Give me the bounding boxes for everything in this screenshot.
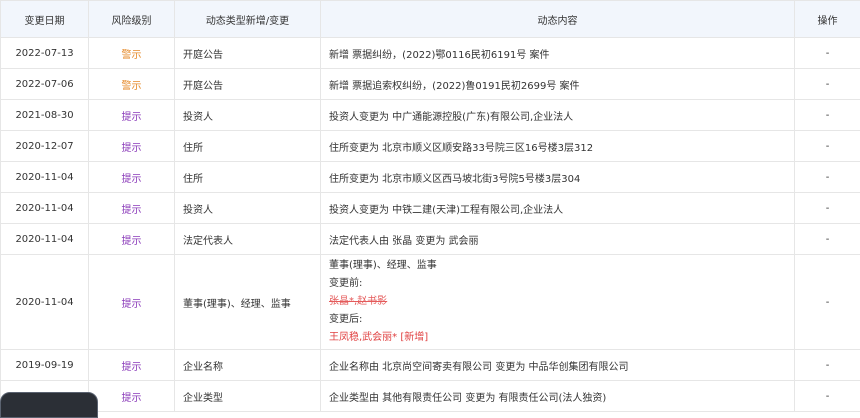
- row-op[interactable]: -: [795, 100, 860, 131]
- table-row: 2021-08-30 提示 投资人 投资人变更为 中广通能源控股(广东)有限公司…: [1, 100, 860, 131]
- risk-level-badge: 警示: [89, 69, 175, 100]
- row-type: 开庭公告: [175, 69, 321, 100]
- row-content: 企业类型由 其他有限责任公司 变更为 有限责任公司(法人独资): [321, 381, 795, 412]
- row-op[interactable]: -: [795, 38, 860, 69]
- risk-level-badge: 提示: [89, 100, 175, 131]
- row-op[interactable]: -: [795, 255, 860, 350]
- table-row: 2020-11-04 提示 投资人 投资人变更为 中铁二建(天津)工程有限公司,…: [1, 193, 860, 224]
- table-row: 2022-07-13 警示 开庭公告 新增 票据纠纷，(2022)鄂0116民初…: [1, 38, 860, 69]
- row-type: 住所: [175, 162, 321, 193]
- header-level: 风险级别: [89, 1, 175, 38]
- risk-level-badge: 提示: [89, 131, 175, 162]
- row-content: 企业名称由 北京尚空间寄卖有限公司 变更为 中品华创集团有限公司: [321, 350, 795, 381]
- header-op: 操作: [795, 1, 860, 38]
- risk-level-badge: 提示: [89, 255, 175, 350]
- change-records-table: 变更日期 风险级别 动态类型新增/变更 动态内容 操作 2022-07-13 警…: [0, 0, 860, 412]
- row-date: 2022-07-06: [1, 69, 89, 100]
- table-row: 提示 企业类型 企业类型由 其他有限责任公司 变更为 有限责任公司(法人独资) …: [1, 381, 860, 412]
- risk-level-badge: 提示: [89, 224, 175, 255]
- row-date: 2020-11-04: [1, 224, 89, 255]
- row-content: 投资人变更为 中铁二建(天津)工程有限公司,企业法人: [321, 193, 795, 224]
- row-op[interactable]: -: [795, 162, 860, 193]
- row-op[interactable]: -: [795, 131, 860, 162]
- row-type: 投资人: [175, 193, 321, 224]
- row-date: 2020-12-07: [1, 131, 89, 162]
- phone-device-overlay: [0, 392, 98, 418]
- row-date: 2020-11-04: [1, 255, 89, 350]
- after-value: 王凤稳,武会丽*: [329, 332, 397, 343]
- before-label: 变更前:: [329, 275, 786, 293]
- row-type: 董事(理事)、经理、监事: [175, 255, 321, 350]
- row-content: 新增 票据纠纷，(2022)鄂0116民初6191号 案件: [321, 38, 795, 69]
- row-type: 开庭公告: [175, 38, 321, 69]
- table-row: 2019-09-19 提示 企业名称 企业名称由 北京尚空间寄卖有限公司 变更为…: [1, 350, 860, 381]
- row-op[interactable]: -: [795, 350, 860, 381]
- after-label: 变更后:: [329, 311, 786, 329]
- table-row-directors: 2020-11-04 提示 董事(理事)、经理、监事 董事(理事)、经理、监事 …: [1, 255, 860, 350]
- risk-level-badge: 警示: [89, 38, 175, 69]
- row-type: 投资人: [175, 100, 321, 131]
- row-op[interactable]: -: [795, 193, 860, 224]
- table-row: 2020-11-04 提示 住所 住所变更为 北京市顺义区西马坡北街3号院5号楼…: [1, 162, 860, 193]
- row-content: 住所变更为 北京市顺义区西马坡北街3号院5号楼3层304: [321, 162, 795, 193]
- row-date: 2021-08-30: [1, 100, 89, 131]
- before-value: 张晶*,赵书影: [329, 293, 786, 311]
- directors-heading: 董事(理事)、经理、监事: [329, 257, 786, 275]
- row-date: 2019-09-19: [1, 350, 89, 381]
- row-op[interactable]: -: [795, 224, 860, 255]
- header-content: 动态内容: [321, 1, 795, 38]
- risk-level-badge: 提示: [89, 193, 175, 224]
- risk-level-badge: 提示: [89, 162, 175, 193]
- row-date: 2020-11-04: [1, 162, 89, 193]
- row-date: 2022-07-13: [1, 38, 89, 69]
- table-row: 2022-07-06 警示 开庭公告 新增 票据追索权纠纷，(2022)鲁019…: [1, 69, 860, 100]
- row-content-directors: 董事(理事)、经理、监事 变更前: 张晶*,赵书影 变更后: 王凤稳,武会丽* …: [321, 255, 795, 350]
- header-type: 动态类型新增/变更: [175, 1, 321, 38]
- table-row: 2020-11-04 提示 法定代表人 法定代表人由 张晶 变更为 武会丽 -: [1, 224, 860, 255]
- table-row: 2020-12-07 提示 住所 住所变更为 北京市顺义区顺安路33号院三区16…: [1, 131, 860, 162]
- risk-level-badge: 提示: [89, 350, 175, 381]
- row-content: 住所变更为 北京市顺义区顺安路33号院三区16号楼3层312: [321, 131, 795, 162]
- row-content: 法定代表人由 张晶 变更为 武会丽: [321, 224, 795, 255]
- row-type: 住所: [175, 131, 321, 162]
- row-type: 企业类型: [175, 381, 321, 412]
- risk-level-badge: 提示: [89, 381, 175, 412]
- row-content: 投资人变更为 中广通能源控股(广东)有限公司,企业法人: [321, 100, 795, 131]
- added-tag: [新增]: [400, 332, 428, 343]
- row-date: 2020-11-04: [1, 193, 89, 224]
- row-op[interactable]: -: [795, 381, 860, 412]
- row-op[interactable]: -: [795, 69, 860, 100]
- header-date: 变更日期: [1, 1, 89, 38]
- row-type: 法定代表人: [175, 224, 321, 255]
- row-content: 新增 票据追索权纠纷，(2022)鲁0191民初2699号 案件: [321, 69, 795, 100]
- row-type: 企业名称: [175, 350, 321, 381]
- table-header-row: 变更日期 风险级别 动态类型新增/变更 动态内容 操作: [1, 1, 860, 38]
